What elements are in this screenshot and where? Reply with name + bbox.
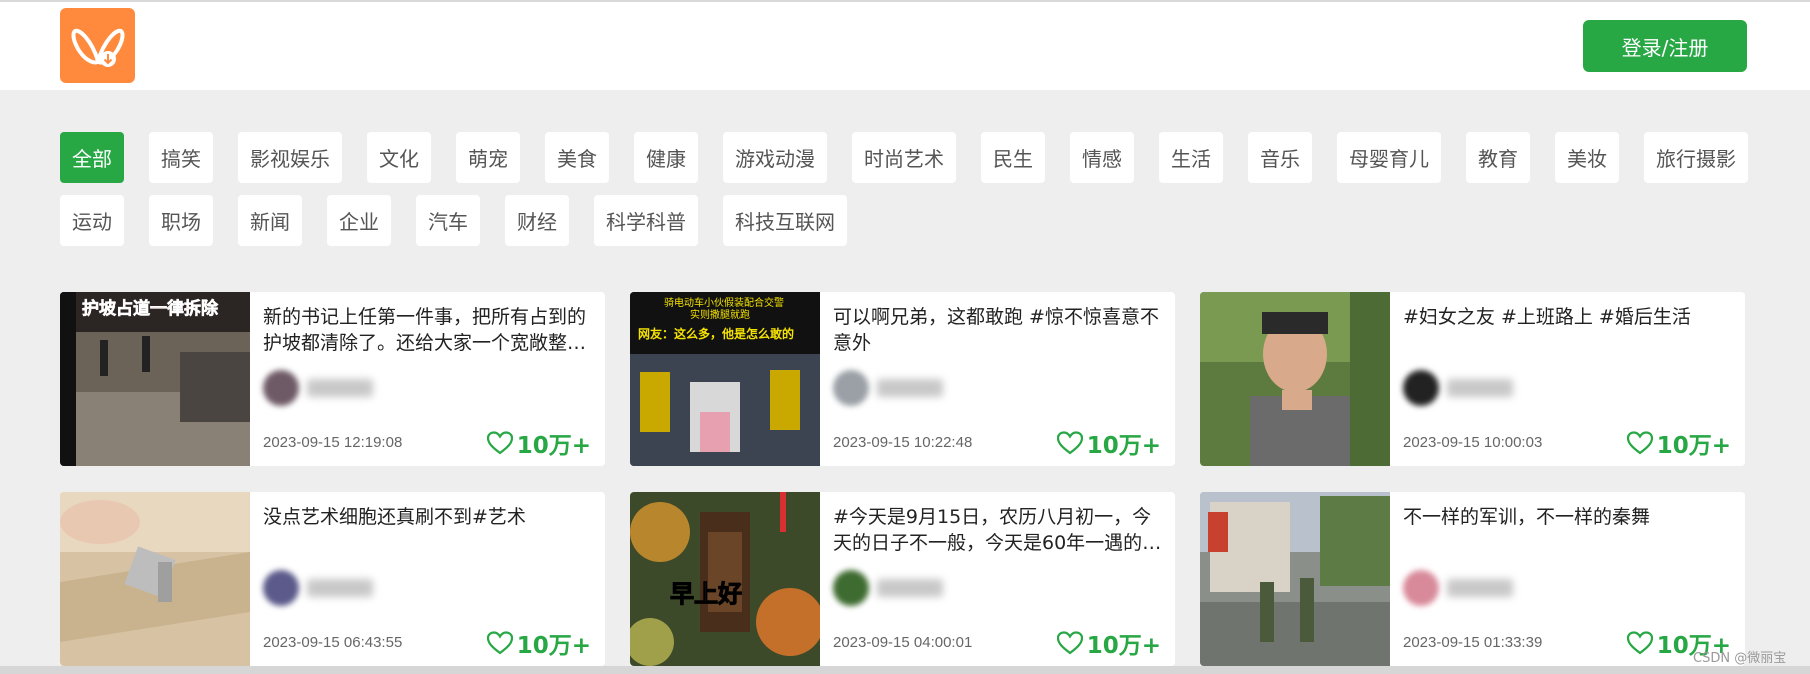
video-thumbnail[interactable] (60, 492, 250, 666)
author-avatar[interactable] (833, 570, 869, 606)
video-date: 2023-09-15 01:33:39 (1403, 634, 1543, 651)
category-tab-education[interactable]: 教育 (1466, 132, 1530, 183)
category-tab-all[interactable]: 全部 (60, 132, 124, 183)
category-tab-science[interactable]: 科学科普 (594, 195, 698, 246)
video-thumbnail[interactable]: 早上好 (630, 492, 820, 666)
author-info[interactable] (833, 368, 943, 408)
svg-text:网友：这么多，他是怎么敢的: 网友：这么多，他是怎么敢的 (638, 326, 794, 341)
heart-icon (1056, 431, 1083, 455)
like-button[interactable]: 10万+ (1056, 426, 1161, 460)
video-date: 2023-09-15 10:00:03 (1403, 434, 1543, 451)
category-tab-beauty[interactable]: 美妆 (1555, 132, 1619, 183)
category-tab-livelihood[interactable]: 民生 (981, 132, 1045, 183)
video-title[interactable]: 可以啊兄弟，这都敢跑 #惊不惊喜意不意外 (833, 304, 1163, 356)
category-tab-pets[interactable]: 萌宠 (456, 132, 520, 183)
author-avatar[interactable] (263, 570, 299, 606)
category-tab-music[interactable]: 音乐 (1248, 132, 1312, 183)
category-tab-travel-photo[interactable]: 旅行摄影 (1644, 132, 1748, 183)
video-card[interactable]: 骑电动车小伙假装配合交警 实则撒腿就跑 网友：这么多，他是怎么敢的 可以啊兄弟，… (630, 292, 1175, 466)
video-title[interactable]: 新的书记上任第一件事，把所有占到的护坡都清除了。还给大家一个宽敞整洁的道路 (263, 304, 593, 356)
video-date: 2023-09-15 12:19:08 (263, 434, 403, 451)
category-tab-career[interactable]: 职场 (149, 195, 213, 246)
site-logo[interactable] (60, 8, 135, 83)
author-info[interactable] (833, 568, 943, 608)
video-title[interactable]: 没点艺术细胞还真刷不到#艺术 (263, 504, 593, 530)
svg-text:骑电动车小伙假装配合交警: 骑电动车小伙假装配合交警 (664, 296, 784, 309)
category-tab-emotion[interactable]: 情感 (1070, 132, 1134, 183)
author-name-blurred (1447, 579, 1513, 597)
watermark: CSDN @微丽宝 (1693, 651, 1787, 666)
author-info[interactable] (1403, 568, 1513, 608)
video-thumbnail[interactable]: 护坡占道一律拆除 (60, 292, 250, 466)
video-card[interactable]: #妇女之友 #上班路上 #婚后生活 2023-09-15 10:00:03 10… (1200, 292, 1745, 466)
video-thumbnail[interactable] (1200, 292, 1390, 466)
category-tab-finance[interactable]: 财经 (505, 195, 569, 246)
author-name-blurred (877, 379, 943, 397)
svg-text:护坡占道一律拆除: 护坡占道一律拆除 (82, 298, 219, 319)
author-name-blurred (307, 579, 373, 597)
category-tab-enterprise[interactable]: 企业 (327, 195, 391, 246)
heart-icon (1626, 431, 1653, 455)
like-button[interactable]: 10万+ (1626, 426, 1731, 460)
author-name-blurred (307, 379, 373, 397)
like-count: 10万+ (1086, 433, 1161, 459)
category-tab-culture[interactable]: 文化 (367, 132, 431, 183)
login-register-button[interactable]: 登录/注册 (1583, 20, 1747, 72)
video-title[interactable]: #妇女之友 #上班路上 #婚后生活 (1403, 304, 1733, 330)
video-date: 2023-09-15 10:22:48 (833, 434, 973, 451)
category-tab-tech-internet[interactable]: 科技互联网 (723, 195, 847, 246)
author-avatar[interactable] (833, 370, 869, 406)
author-info[interactable] (263, 368, 373, 408)
svg-text:早上好: 早上好 (670, 580, 742, 608)
category-tab-entertainment[interactable]: 影视娱乐 (238, 132, 342, 183)
heart-icon (486, 431, 513, 455)
video-card[interactable]: 护坡占道一律拆除 新的书记上任第一件事，把所有占到的护坡都清除了。还给大家一个宽… (60, 292, 605, 466)
category-tab-life[interactable]: 生活 (1159, 132, 1223, 183)
video-thumbnail[interactable]: 骑电动车小伙假装配合交警 实则撒腿就跑 网友：这么多，他是怎么敢的 (630, 292, 820, 466)
category-tab-news[interactable]: 新闻 (238, 195, 302, 246)
bottom-scroll-strip (0, 666, 1810, 674)
like-button[interactable]: 10万+ (1056, 626, 1161, 660)
like-count: 10万+ (1656, 433, 1731, 459)
author-avatar[interactable] (1403, 570, 1439, 606)
category-tab-food[interactable]: 美食 (545, 132, 609, 183)
author-info[interactable] (263, 568, 373, 608)
category-tab-funny[interactable]: 搞笑 (149, 132, 213, 183)
svg-text:实则撒腿就跑: 实则撒腿就跑 (690, 308, 750, 321)
category-tab-parenting[interactable]: 母婴育儿 (1337, 132, 1441, 183)
author-avatar[interactable] (1403, 370, 1439, 406)
category-tab-sports[interactable]: 运动 (60, 195, 124, 246)
heart-icon (486, 631, 513, 655)
category-nav: 全部 搞笑 影视娱乐 文化 萌宠 美食 健康 游戏动漫 时尚艺术 民生 情感 生… (60, 132, 1760, 246)
author-avatar[interactable] (263, 370, 299, 406)
category-tab-cars[interactable]: 汽车 (416, 195, 480, 246)
butterfly-logo-icon (71, 28, 124, 67)
like-count: 10万+ (1086, 633, 1161, 659)
video-card[interactable]: 早上好 #今天是9月15日，农历八月初一，今天的日子不一般，今天是60年一遇的好… (630, 492, 1175, 666)
heart-icon (1626, 631, 1653, 655)
video-date: 2023-09-15 04:00:01 (833, 634, 973, 651)
author-info[interactable] (1403, 368, 1513, 408)
like-button[interactable]: 10万+ (486, 426, 591, 460)
category-tab-fashion-art[interactable]: 时尚艺术 (852, 132, 956, 183)
video-grid: 护坡占道一律拆除 新的书记上任第一件事，把所有占到的护坡都清除了。还给大家一个宽… (60, 292, 1745, 666)
category-tab-games-anime[interactable]: 游戏动漫 (723, 132, 827, 183)
video-title[interactable]: #今天是9月15日，农历八月初一，今天的日子不一般，今天是60年一遇的好日子 (833, 504, 1163, 556)
category-tab-health[interactable]: 健康 (634, 132, 698, 183)
like-count: 10万+ (516, 433, 591, 459)
heart-icon (1056, 631, 1083, 655)
author-name-blurred (1447, 379, 1513, 397)
site-header: 登录/注册 (0, 2, 1810, 90)
video-date: 2023-09-15 06:43:55 (263, 634, 403, 651)
video-thumbnail[interactable] (1200, 492, 1390, 666)
author-name-blurred (877, 579, 943, 597)
video-card[interactable]: 没点艺术细胞还真刷不到#艺术 2023-09-15 06:43:55 10万+ (60, 492, 605, 666)
like-button[interactable]: 10万+ (486, 626, 591, 660)
like-count: 10万+ (516, 633, 591, 659)
video-card[interactable]: 不一样的军训，不一样的秦舞 2023-09-15 01:33:39 10万+ (1200, 492, 1745, 666)
video-title[interactable]: 不一样的军训，不一样的秦舞 (1403, 504, 1733, 530)
